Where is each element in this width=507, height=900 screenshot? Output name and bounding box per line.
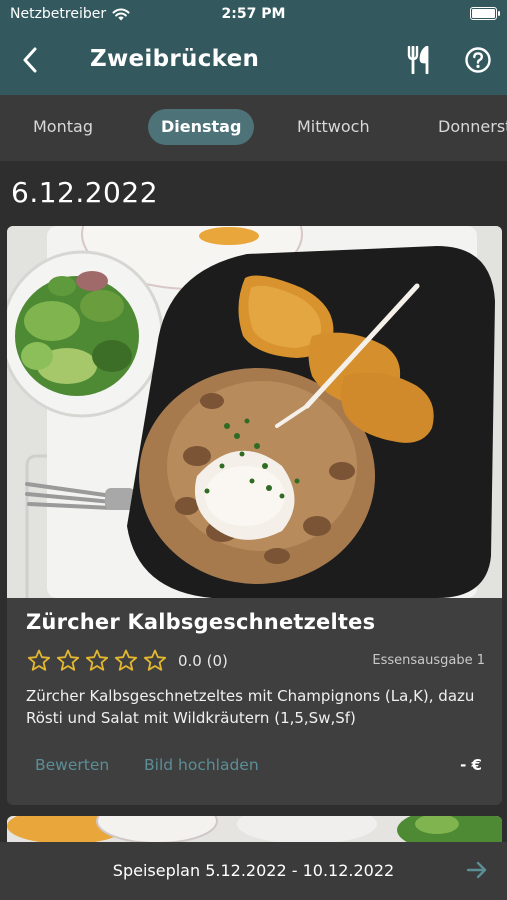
meal-price: - € <box>460 756 482 774</box>
rate-button[interactable]: Bewerten <box>35 756 109 774</box>
meal-card[interactable]: Zürcher Kalbsgeschnetzeltes 0.0 (0) Esse… <box>7 226 502 805</box>
star-icon[interactable] <box>27 649 51 672</box>
week-footer: Speiseplan 5.12.2022 - 10.12.2022 <box>0 842 507 900</box>
star-icon[interactable] <box>85 649 109 672</box>
tab-mittwoch[interactable]: Mittwoch <box>297 109 370 145</box>
date-heading: 6.12.2022 <box>11 176 159 209</box>
app-header: Netzbetreiber 2:57 PM Zweibrücken <box>0 0 507 95</box>
tab-dienstag[interactable]: Dienstag <box>148 109 255 145</box>
arrow-right-icon[interactable] <box>465 858 489 882</box>
help-button[interactable] <box>463 45 493 75</box>
canteen-button[interactable] <box>405 44 433 76</box>
star-icon[interactable] <box>114 649 138 672</box>
tab-montag[interactable]: Montag <box>33 109 93 145</box>
meal-name: Zürcher Kalbsgeschnetzeltes <box>26 610 376 634</box>
meal-description: Zürcher Kalbsgeschnetzeltes mit Champign… <box>26 687 475 727</box>
chevron-left-icon <box>23 47 37 73</box>
nav-bar: Zweibrücken <box>0 36 507 84</box>
back-button[interactable] <box>16 44 44 76</box>
page-title: Zweibrücken <box>90 46 260 72</box>
battery-icon <box>470 7 500 20</box>
serving-counter: Essensausgabe 1 <box>372 653 485 668</box>
week-range-label: Speiseplan 5.12.2022 - 10.12.2022 <box>112 861 395 880</box>
star-rating[interactable] <box>27 649 167 672</box>
help-icon <box>465 47 491 73</box>
cutlery-icon <box>407 46 429 74</box>
meal-photo <box>7 226 502 598</box>
rating-value: 0.0 (0) <box>178 652 228 670</box>
clock: 2:57 PM <box>221 6 286 22</box>
upload-photo-button[interactable]: Bild hochladen <box>144 756 259 774</box>
star-icon[interactable] <box>143 649 167 672</box>
star-icon[interactable] <box>56 649 80 672</box>
tab-donnerstag[interactable]: Donnerstag <box>438 109 507 145</box>
weekday-tabs: Montag Dienstag Mittwoch Donnerstag <box>0 95 507 161</box>
status-bar: Netzbetreiber 2:57 PM <box>0 0 507 28</box>
